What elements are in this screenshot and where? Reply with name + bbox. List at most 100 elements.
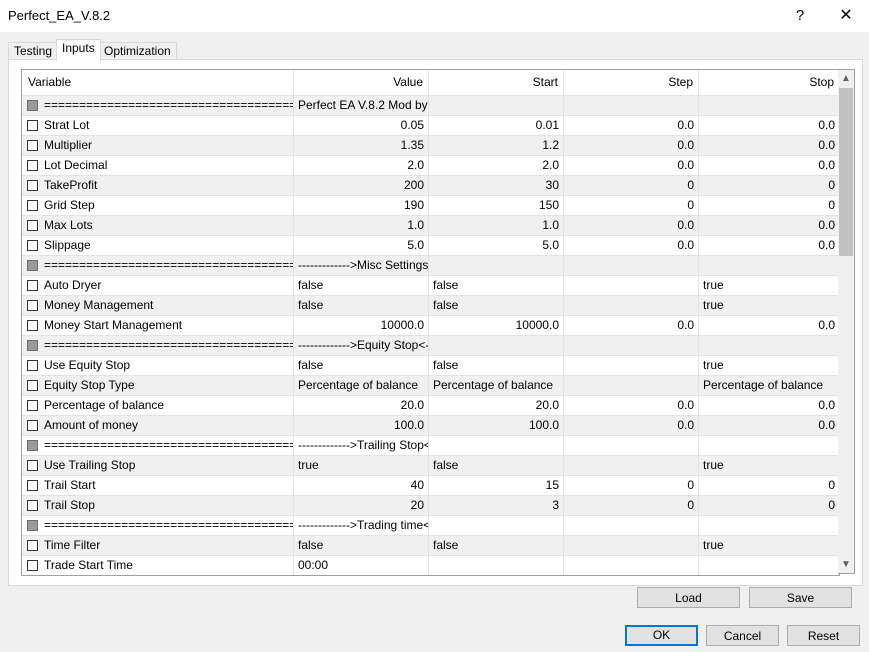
separator-row[interactable]: ========================================… <box>22 336 839 356</box>
start-cell[interactable]: 100.0 <box>429 416 564 435</box>
optimize-checkbox[interactable] <box>27 140 38 151</box>
parameter-row[interactable]: Equity Stop Type Percentage of balance Per… <box>22 376 839 396</box>
value-cell[interactable]: ------------->Trailing Stop<------------… <box>294 436 429 455</box>
parameter-row[interactable]: Trail Stop 20 3 0 0 <box>22 496 839 516</box>
stop-cell[interactable]: 0.0 <box>699 416 839 435</box>
start-cell[interactable]: 150 <box>429 196 564 215</box>
value-cell[interactable]: false <box>294 356 429 375</box>
start-cell[interactable]: false <box>429 356 564 375</box>
start-cell[interactable]: 2.0 <box>429 156 564 175</box>
tab-testing[interactable]: Testing <box>8 42 59 60</box>
ok-button[interactable]: OK <box>625 625 698 646</box>
step-cell[interactable]: 0.0 <box>564 136 699 155</box>
step-cell[interactable]: 0.0 <box>564 156 699 175</box>
column-value[interactable]: Value <box>294 70 429 95</box>
start-cell[interactable]: 0.01 <box>429 116 564 135</box>
stop-cell[interactable]: true <box>699 456 839 475</box>
step-cell[interactable] <box>564 256 699 275</box>
parameter-row[interactable]: Strat Lot 0.05 0.01 0.0 0.0 <box>22 116 839 136</box>
value-cell[interactable]: 00:00 <box>294 556 429 575</box>
parameter-row[interactable]: Multiplier 1.35 1.2 0.0 0.0 <box>22 136 839 156</box>
stop-cell[interactable] <box>699 556 839 575</box>
start-cell[interactable]: 1.2 <box>429 136 564 155</box>
parameter-row[interactable]: Use Equity Stop false false true <box>22 356 839 376</box>
optimize-checkbox[interactable] <box>27 180 38 191</box>
start-cell[interactable]: false <box>429 276 564 295</box>
value-cell[interactable]: 2.0 <box>294 156 429 175</box>
value-cell[interactable]: 40 <box>294 476 429 495</box>
column-start[interactable]: Start <box>429 70 564 95</box>
help-button[interactable]: ? <box>778 0 822 32</box>
parameter-row[interactable]: Money Start Management 10000.0 10000.0 0.0 0… <box>22 316 839 336</box>
stop-cell[interactable] <box>699 336 839 355</box>
optimize-checkbox[interactable] <box>27 520 38 531</box>
separator-row[interactable]: ========================================… <box>22 96 839 116</box>
stop-cell[interactable]: 0 <box>699 496 839 515</box>
parameter-row[interactable]: Lot Decimal 2.0 2.0 0.0 0.0 <box>22 156 839 176</box>
parameter-row[interactable]: TakeProfit 200 30 0 0 <box>22 176 839 196</box>
parameter-row[interactable]: Time Filter false false true <box>22 536 839 556</box>
start-cell[interactable]: 1.0 <box>429 216 564 235</box>
step-cell[interactable] <box>564 456 699 475</box>
value-cell[interactable]: false <box>294 536 429 555</box>
optimize-checkbox[interactable] <box>27 340 38 351</box>
separator-row[interactable]: ========================================… <box>22 516 839 536</box>
value-cell[interactable]: 200 <box>294 176 429 195</box>
value-cell[interactable]: ------------->Trading time<------------- <box>294 516 429 535</box>
separator-row[interactable]: ========================================… <box>22 256 839 276</box>
separator-row[interactable]: ========================================… <box>22 436 839 456</box>
value-cell[interactable]: false <box>294 296 429 315</box>
optimize-checkbox[interactable] <box>27 200 38 211</box>
value-cell[interactable]: ------------->Equity Stop<------------- <box>294 336 429 355</box>
optimize-checkbox[interactable] <box>27 360 38 371</box>
start-cell[interactable]: 30 <box>429 176 564 195</box>
stop-cell[interactable]: 0 <box>699 476 839 495</box>
stop-cell[interactable]: Percentage of balance <box>699 376 839 395</box>
step-cell[interactable] <box>564 356 699 375</box>
value-cell[interactable]: 5.0 <box>294 236 429 255</box>
step-cell[interactable]: 0.0 <box>564 116 699 135</box>
optimize-checkbox[interactable] <box>27 320 38 331</box>
step-cell[interactable]: 0 <box>564 496 699 515</box>
start-cell[interactable]: 10000.0 <box>429 316 564 335</box>
vertical-scrollbar[interactable]: ▲ ▼ <box>838 69 855 574</box>
stop-cell[interactable]: 0.0 <box>699 236 839 255</box>
parameter-row[interactable]: Trail Start 40 15 0 0 <box>22 476 839 496</box>
value-cell[interactable]: 20.0 <box>294 396 429 415</box>
start-cell[interactable] <box>429 336 564 355</box>
optimize-checkbox[interactable] <box>27 100 38 111</box>
optimize-checkbox[interactable] <box>27 560 38 571</box>
parameter-row[interactable]: Amount of money 100.0 100.0 0.0 0.0 <box>22 416 839 436</box>
stop-cell[interactable] <box>699 516 839 535</box>
stop-cell[interactable]: 0.0 <box>699 156 839 175</box>
optimize-checkbox[interactable] <box>27 480 38 491</box>
value-cell[interactable]: 100.0 <box>294 416 429 435</box>
stop-cell[interactable]: 0.0 <box>699 216 839 235</box>
value-cell[interactable]: 0.05 <box>294 116 429 135</box>
step-cell[interactable]: 0.0 <box>564 236 699 255</box>
stop-cell[interactable]: true <box>699 536 839 555</box>
value-cell[interactable]: Perfect EA V.8.2 Mod by Fsignal <box>294 96 429 115</box>
start-cell[interactable] <box>429 256 564 275</box>
step-cell[interactable] <box>564 516 699 535</box>
optimize-checkbox[interactable] <box>27 260 38 271</box>
parameter-row[interactable]: Money Management false false true <box>22 296 839 316</box>
parameter-row[interactable]: Grid Step 190 150 0 0 <box>22 196 839 216</box>
value-cell[interactable]: 20 <box>294 496 429 515</box>
optimize-checkbox[interactable] <box>27 400 38 411</box>
step-cell[interactable]: 0 <box>564 476 699 495</box>
step-cell[interactable]: 0.0 <box>564 396 699 415</box>
tab-inputs[interactable]: Inputs <box>56 39 101 61</box>
step-cell[interactable] <box>564 276 699 295</box>
optimize-checkbox[interactable] <box>27 280 38 291</box>
value-cell[interactable]: false <box>294 276 429 295</box>
optimize-checkbox[interactable] <box>27 500 38 511</box>
stop-cell[interactable]: 0.0 <box>699 396 839 415</box>
step-cell[interactable] <box>564 336 699 355</box>
optimize-checkbox[interactable] <box>27 120 38 131</box>
scroll-up-icon[interactable]: ▲ <box>838 70 854 87</box>
value-cell[interactable]: 1.0 <box>294 216 429 235</box>
column-stop[interactable]: Stop <box>699 70 839 95</box>
step-cell[interactable]: 0.0 <box>564 316 699 335</box>
tab-optimization[interactable]: Optimization <box>98 42 177 60</box>
